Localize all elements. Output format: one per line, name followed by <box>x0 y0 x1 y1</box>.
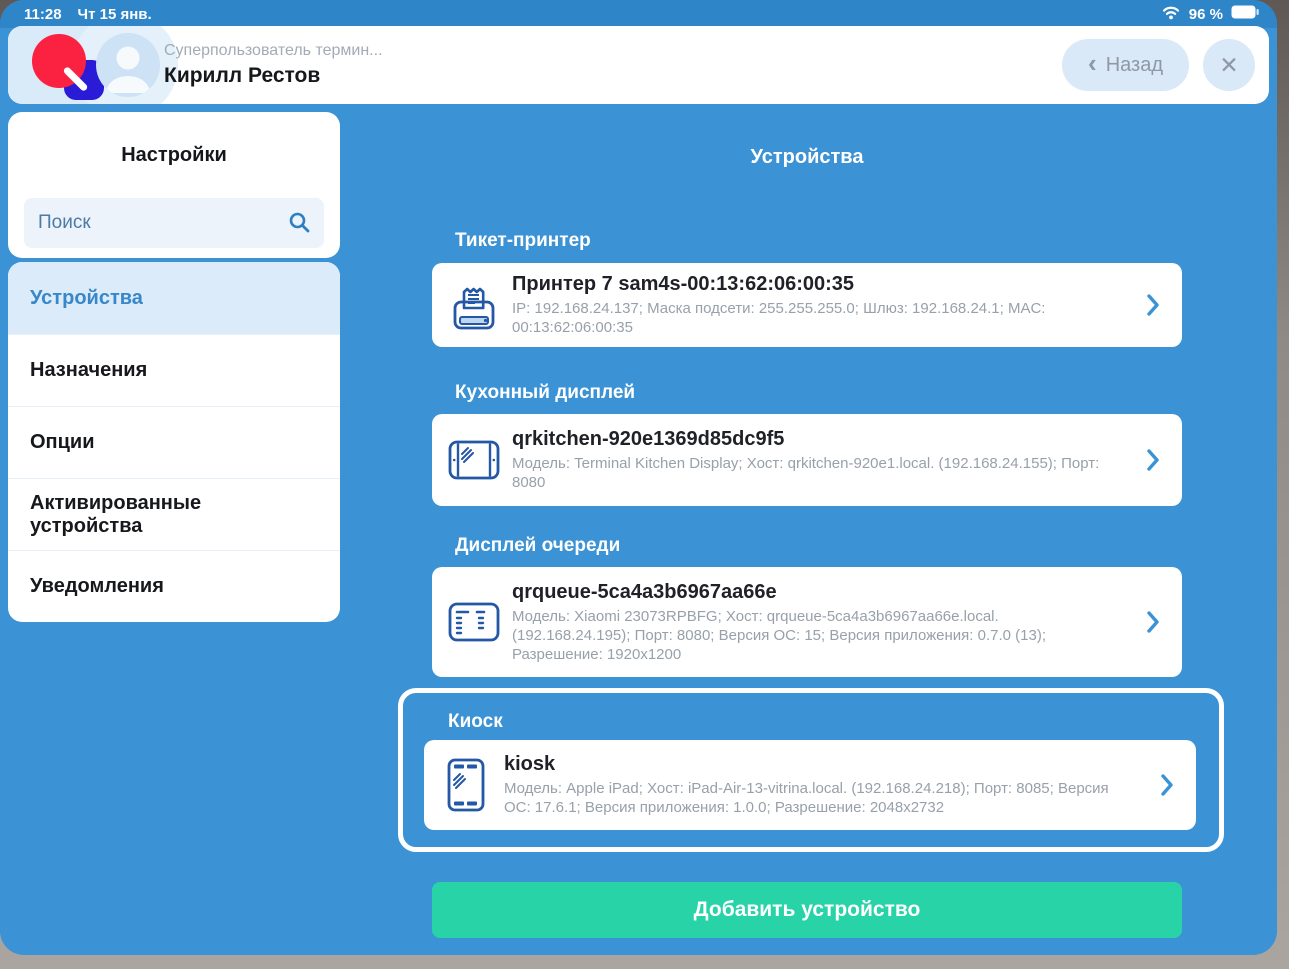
search-input[interactable] <box>24 198 324 248</box>
section-label: Киоск <box>425 711 503 733</box>
sidebar-item-options[interactable]: Опции <box>8 406 340 478</box>
device-name: kiosk <box>504 753 1148 776</box>
sidebar-item-devices[interactable]: Устройства <box>8 262 340 334</box>
section-kitchen-display: Кухонный дисплей qrkitchen-920e1369d85dc… <box>432 382 1182 506</box>
device-name: qrkitchen-920e1369d85dc9f5 <box>512 428 1134 451</box>
chevron-right-icon <box>1146 293 1162 317</box>
app-logo-icon <box>32 34 104 96</box>
kitchen-display-icon <box>448 439 500 481</box>
sidebar-item-notifications[interactable]: Уведомления <box>8 550 340 622</box>
sidebar-title: Настройки <box>8 112 340 167</box>
device-details: IP: 192.168.24.137; Маска подсети: 255.2… <box>512 299 1134 337</box>
user-role: Суперпользователь термин... <box>164 42 383 60</box>
section-label: Кухонный дисплей <box>432 382 1182 404</box>
section-queue-display: Дисплей очереди qrqueue-5ca4a3b6967aa6 <box>432 535 1182 677</box>
battery-percent: 96 % <box>1189 6 1223 23</box>
status-bar: 11:28 Чт 15 янв. 96 % <box>0 0 1277 28</box>
sidebar-settings-panel: Настройки <box>8 112 340 258</box>
sidebar-menu: Устройства Назначения Опции Активированн… <box>8 262 340 622</box>
device-card-kitchen-display[interactable]: qrkitchen-920e1369d85dc9f5 Модель: Termi… <box>432 414 1182 506</box>
receipt-printer-icon <box>448 278 500 332</box>
close-icon: ✕ <box>1219 52 1238 79</box>
section-label: Тикет-принтер <box>432 230 1182 252</box>
device-card-printer[interactable]: Принтер 7 sam4s-00:13:62:06:00:35 IP: 19… <box>432 263 1182 347</box>
chevron-right-icon <box>1160 773 1176 797</box>
device-card-queue-display[interactable]: qrqueue-5ca4a3b6967aa66e Модель: Xiaomi … <box>432 567 1182 677</box>
device-details: Модель: Apple iPad; Хост: iPad-Air-13-vi… <box>504 779 1124 817</box>
status-date: Чт 15 янв. <box>78 6 152 23</box>
kiosk-highlight-ring: Киоск kiosk Модель: Apple iPad; Хост: iP… <box>398 688 1224 852</box>
sidebar-item-assignments[interactable]: Назначения <box>8 334 340 406</box>
header: Суперпользователь термин... Кирилл Ресто… <box>8 26 1269 104</box>
battery-icon <box>1231 5 1259 23</box>
back-button[interactable]: ‹ Назад <box>1062 39 1189 91</box>
device-name: qrqueue-5ca4a3b6967aa66e <box>512 581 1134 604</box>
add-device-button[interactable]: Добавить устройство <box>432 882 1182 938</box>
back-button-label: Назад <box>1106 54 1163 77</box>
app-screen: 11:28 Чт 15 янв. 96 % <box>0 0 1277 955</box>
queue-display-icon <box>448 602 500 642</box>
device-details: Модель: Terminal Kitchen Display; Хост: … <box>512 454 1112 492</box>
section-ticket-printer: Тикет-принтер Принтер 7 sam4s-00:13:62:0… <box>432 230 1182 347</box>
wifi-icon <box>1161 5 1181 24</box>
sidebar-item-activated-devices[interactable]: Активированные устройства <box>8 478 340 550</box>
close-button[interactable]: ✕ <box>1203 39 1255 91</box>
user-avatar <box>96 33 160 97</box>
chevron-left-icon: ‹ <box>1088 48 1097 79</box>
device-card-kiosk[interactable]: kiosk Модель: Apple iPad; Хост: iPad-Air… <box>424 740 1196 830</box>
user-name: Кирилл Рестов <box>164 64 320 88</box>
chevron-right-icon <box>1146 610 1162 634</box>
device-name: Принтер 7 sam4s-00:13:62:06:00:35 <box>512 273 1134 296</box>
status-time: 11:28 <box>24 6 62 23</box>
section-label: Дисплей очереди <box>432 535 1182 557</box>
device-details: Модель: Xiaomi 23073RPBFG; Хост: qrqueue… <box>512 607 1078 664</box>
chevron-right-icon <box>1146 448 1162 472</box>
page-title: Устройства <box>432 146 1182 169</box>
kiosk-icon <box>440 758 492 812</box>
search-icon[interactable] <box>288 211 312 240</box>
